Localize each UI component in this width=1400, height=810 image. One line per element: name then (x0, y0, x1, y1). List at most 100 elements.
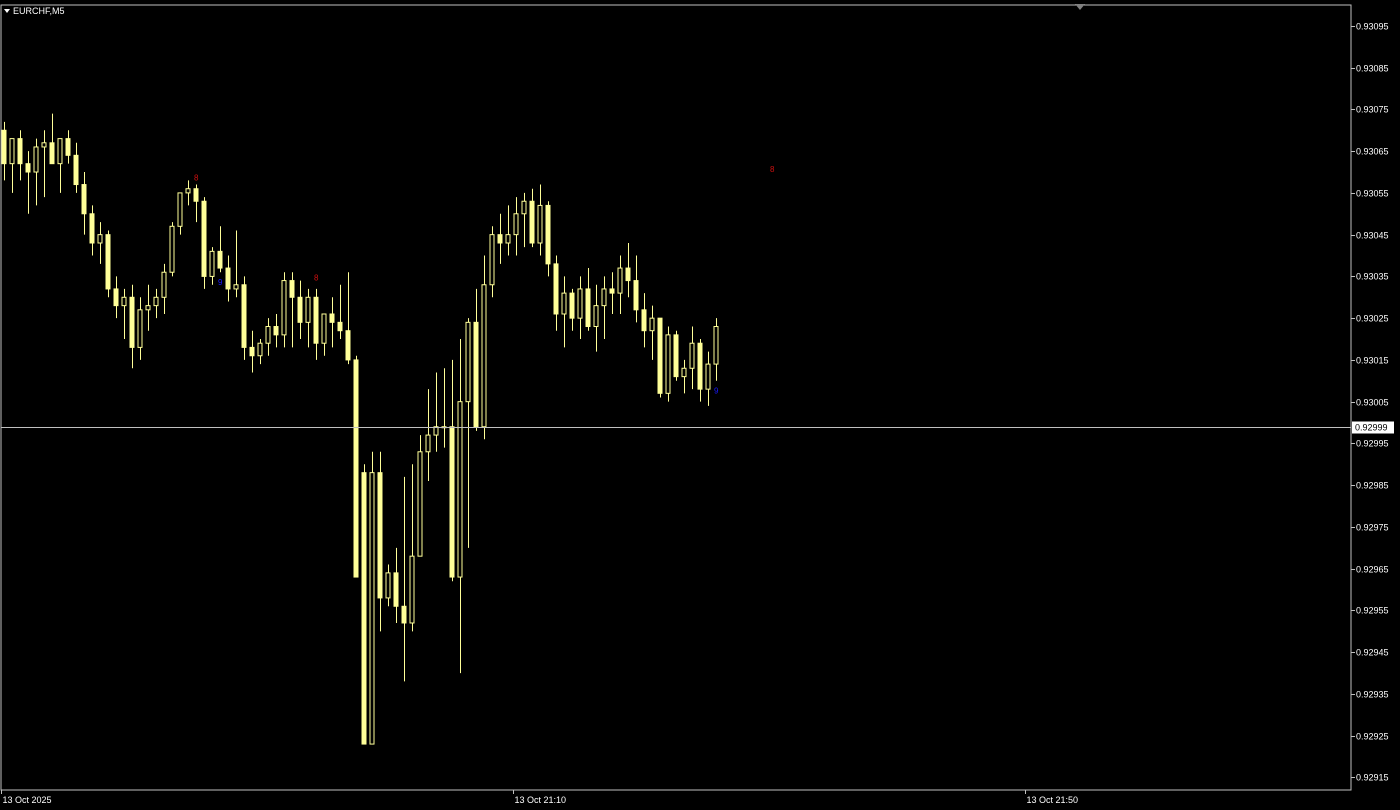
candle-bull (689, 342, 695, 369)
candle-bull (305, 296, 311, 323)
candle-bear (1, 129, 7, 165)
x-axis-tick-label: 13 Oct 2025 (3, 795, 52, 805)
candle-bear (49, 142, 55, 165)
candle-bear (201, 200, 207, 277)
y-axis-tick-label: 0.92935 (1356, 690, 1389, 700)
candle-bull (137, 309, 143, 348)
candle-bear (329, 313, 335, 323)
signal-marker: 9 (714, 386, 719, 395)
candle-bull (489, 234, 495, 286)
plot-frame (0, 4, 1352, 791)
candle-bull (665, 334, 671, 394)
candle-bear (393, 572, 399, 607)
candle-bear (225, 267, 231, 290)
candle-bull (177, 192, 183, 227)
candle-bull (417, 451, 423, 557)
candle-bull (617, 267, 623, 294)
candle-bull (521, 200, 527, 215)
candle-bear (585, 288, 591, 328)
chart-symbol-title[interactable]: EURCHF,M5 (4, 6, 65, 16)
y-axis-tick-label: 0.93075 (1356, 105, 1389, 115)
chart-shift-triangle-icon[interactable] (1075, 4, 1085, 10)
candle-bear (697, 342, 703, 390)
candle-bull (153, 296, 159, 307)
candle-bull (169, 225, 175, 273)
candle-bull (97, 234, 103, 244)
candle-bull (257, 342, 263, 357)
candle-bull (41, 142, 47, 148)
candle-bull (681, 367, 687, 378)
candle-bear (657, 317, 663, 394)
y-axis-tick-label: 0.93035 (1356, 272, 1389, 282)
candle-bull (57, 138, 63, 165)
candle-bear (553, 263, 559, 315)
candle-bear (529, 200, 535, 244)
candle-bull (537, 204, 543, 244)
candle-bear (313, 296, 319, 344)
candle-bull (33, 146, 39, 173)
y-axis-tick-label: 0.92915 (1356, 773, 1389, 783)
candle-bull (321, 313, 327, 344)
candle-bull (409, 555, 415, 624)
candle-bull (233, 284, 239, 290)
signal-marker: 8 (194, 173, 199, 182)
y-axis-tick-label: 0.93085 (1356, 64, 1389, 74)
candle-bull (185, 188, 191, 194)
candle-bear (345, 330, 351, 361)
candle-bull (713, 326, 719, 365)
candle-bull (481, 284, 487, 428)
y-axis-tick-label: 0.92995 (1356, 439, 1389, 449)
y-axis-tick-label: 0.92985 (1356, 481, 1389, 491)
x-axis-tick-label: 13 Oct 21:10 (515, 795, 567, 805)
y-axis-tick-label: 0.93045 (1356, 231, 1389, 241)
signal-marker: 8 (314, 274, 319, 283)
candle-bear (17, 138, 23, 165)
candle-bear (569, 292, 575, 319)
candle-bull (425, 434, 431, 453)
candle-bear (497, 234, 503, 244)
candle-bull (9, 138, 15, 165)
candle-bear (217, 250, 223, 269)
candle-bear (353, 359, 359, 578)
signal-marker: 8 (770, 165, 775, 174)
candle-bear (65, 138, 71, 156)
candle-bear (337, 321, 343, 332)
candle-bear (545, 204, 551, 265)
price-chart[interactable]: 0.93095 0.93085 0.93075 0.93065 0.93055 0.930… (0, 0, 1400, 810)
candle-bear (25, 163, 31, 173)
chart-window[interactable]: 0.93095 0.93085 0.93075 0.93065 0.93055 0.930… (0, 0, 1400, 810)
candle-bear (361, 472, 367, 745)
candle-bear (193, 188, 199, 202)
chevron-down-icon[interactable] (4, 9, 10, 13)
candle-bull (121, 296, 127, 307)
candle-bear (449, 426, 455, 578)
candle-bear (673, 334, 679, 378)
candle-bear (105, 234, 111, 290)
candle-bear (609, 288, 615, 294)
candle-bull (513, 213, 519, 236)
y-axis-tick-label: 0.93025 (1356, 314, 1389, 324)
y-axis-tick-label: 0.92965 (1356, 565, 1389, 575)
candle-bull (145, 305, 151, 311)
candle-bear (241, 284, 247, 348)
candle-bull (601, 288, 607, 307)
candle-bear (473, 321, 479, 428)
candle-bear (273, 326, 279, 336)
candle-bear (297, 296, 303, 323)
candle-bear (377, 472, 383, 599)
candle-bear (625, 267, 631, 282)
candle-bear (289, 280, 295, 298)
candle-bull (649, 317, 655, 332)
y-axis-tick-label: 0.93055 (1356, 189, 1389, 199)
candle-bear (73, 154, 79, 186)
current-price-label: 0.92999 (1355, 423, 1388, 433)
candle-bear (401, 605, 407, 624)
candle-bull (561, 292, 567, 315)
candle-bull (281, 280, 287, 336)
y-axis-tick-label: 0.93015 (1356, 356, 1389, 366)
candle-bear (641, 309, 647, 332)
candle-bear (249, 346, 255, 357)
candle-bear (113, 288, 119, 307)
candle-bull (161, 271, 167, 298)
x-axis-tick-label: 13 Oct 21:50 (1027, 795, 1079, 805)
